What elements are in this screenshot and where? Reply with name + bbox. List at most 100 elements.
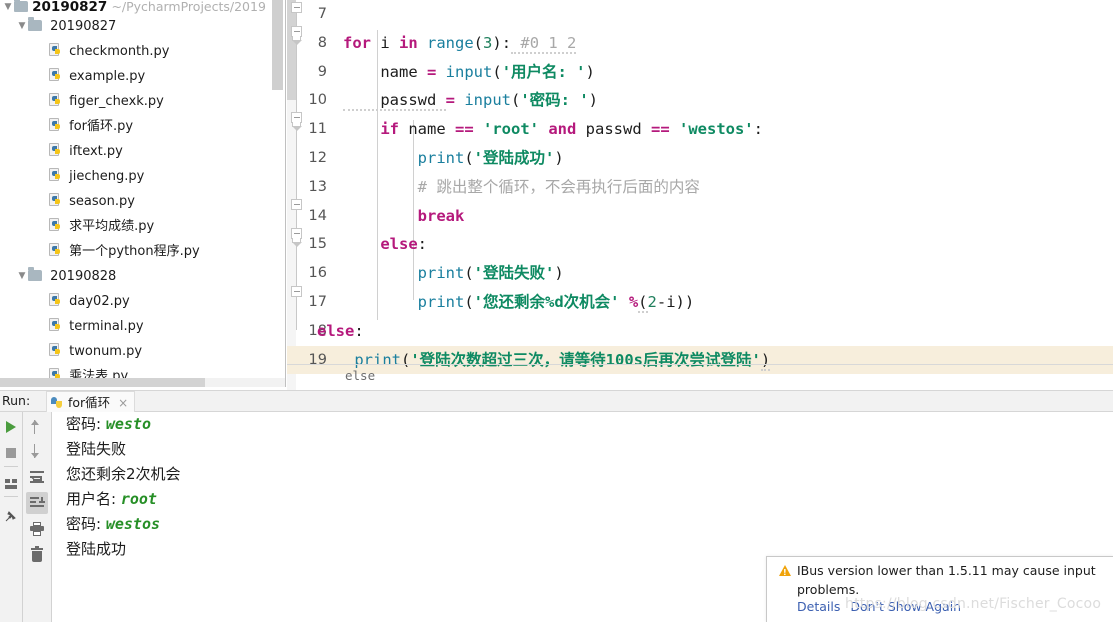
tree-file-season[interactable]: season.py [0,189,286,214]
stop-button[interactable] [0,442,22,464]
down-button[interactable] [26,440,48,462]
tree-folder-20190828[interactable]: ▼ 20190828 [0,264,286,289]
code-content[interactable]: else: [317,317,364,346]
chevron-down-icon[interactable]: ▼ [16,14,28,39]
tree-file-terminal[interactable]: terminal.py [0,314,286,339]
code-line-17[interactable]: 17 print('您还剩余%d次机会' %(2-i)) [287,288,1113,317]
code-line-10[interactable]: 10 passwd = input('密码: ') [287,86,1113,115]
tree-item-label: jiecheng.py [69,169,145,184]
soft-wrap-button[interactable] [26,466,48,488]
code-line-9[interactable]: 9 name = input('用户名: ') [287,58,1113,87]
console-line: 密码: westos [52,512,1113,537]
tree-file-for-loop[interactable]: for循环.py [0,114,286,139]
code-line-14[interactable]: 14 break [287,202,1113,231]
code-line-8[interactable]: 8 for i in range(3): #0 1 2 [287,29,1113,58]
python-file-icon [48,193,63,208]
code-line-7[interactable]: 7 [287,0,1113,29]
python-file-icon [48,318,63,333]
code-line-19[interactable]: 19 print('登陆次数超过三次，请等待100s后再次尝试登陆') [287,345,1113,375]
python-file-icon [48,168,63,183]
token-keyword: and [548,120,577,139]
token-punct: ( [473,33,484,52]
run-button[interactable] [0,416,22,438]
tree-item-label: 求平均成绩.py [69,219,155,234]
tree-file-example[interactable]: example.py [0,64,286,89]
layout-button[interactable] [0,472,22,494]
code-line-15[interactable]: 15 else: [287,230,1113,259]
run-toolbar-secondary [23,412,51,622]
tree-horizontal-scrollbar-thumb[interactable] [0,378,205,387]
token-function: range [417,33,474,52]
code-line-11[interactable]: 11 if name == 'root' and passwd == 'west… [287,115,1113,144]
tree-root-node[interactable]: ▼ 20190827 ~/PycharmProjects/2019 [0,0,286,14]
line-number: 12 [308,150,327,166]
details-link[interactable]: Details [797,599,840,614]
python-file-icon [48,68,63,83]
code-content[interactable]: # 跳出整个循环，不会再执行后面的内容 [343,173,700,202]
project-tree-panel[interactable]: ▼ 20190827 ~/PycharmProjects/2019 ▼ 2019… [0,0,286,390]
notification-balloon[interactable]: IBus version lower than 1.5.11 may cause… [766,556,1113,622]
tree-file-day02[interactable]: day02.py [0,289,286,314]
token-identifier: name [343,62,427,81]
tree-file-figer-chexk[interactable]: figer_chexk.py [0,89,286,114]
code-content[interactable]: else: [343,230,427,259]
line-number: 16 [308,265,327,282]
clear-all-button[interactable] [26,544,48,566]
run-tab-for-loop[interactable]: for循环 × [46,391,136,412]
print-button[interactable] [26,518,48,540]
toolbar-divider [4,496,18,497]
line-number: 15 [308,236,327,253]
token-punct: ) [492,33,502,52]
tree-file-iftext[interactable]: iftext.py [0,139,286,164]
token-keyword: in [399,33,418,52]
tree-item-label: figer_chexk.py [69,94,164,109]
code-content[interactable]: break [343,202,465,231]
tree-folder-20190827[interactable]: ▼ 20190827 [0,14,286,39]
token-punct: ) [585,62,595,81]
code-content[interactable]: passwd = input('密码: ') [343,86,598,115]
code-content[interactable]: print('您还剩余%d次机会' %(2-i)) [343,288,694,317]
editor-bottom-divider [287,364,1113,365]
code-line-12[interactable]: 12 print('登陆成功') [287,144,1113,173]
token-keyword: for [343,33,371,52]
console-prompt: 密码: [66,515,106,533]
tree-vertical-scrollbar-thumb[interactable] [272,0,283,90]
line-number: 14 [308,207,327,224]
chevron-down-icon[interactable]: ▼ [2,0,14,14]
close-icon[interactable]: × [118,396,128,410]
token-punct: ( [492,62,502,81]
tree-file-first-python-program[interactable]: 第一个python程序.py [0,239,286,264]
token-function: input [455,91,511,110]
trash-icon [31,546,43,562]
code-line-18[interactable]: 18 else: [287,317,1113,346]
tree-item-label: day02.py [69,294,130,309]
tree-root-path: ~/PycharmProjects/2019 [111,0,266,14]
code-content[interactable]: for i in range(3): #0 1 2 [343,29,577,58]
play-icon [6,421,16,433]
console-input-value: westo [105,415,151,433]
tree-file-checkmonth[interactable]: checkmonth.py [0,39,286,64]
code-line-16[interactable]: 16 print('登陆失败') [287,259,1113,288]
code-line-13[interactable]: 13 # 跳出整个循环，不会再执行后面的内容 [287,173,1113,202]
scroll-to-end-button[interactable] [26,492,48,514]
code-content[interactable]: name = input('用户名: ') [343,58,595,87]
pin-button[interactable] [0,502,22,524]
folder-icon [14,0,28,12]
tree-file-average-score[interactable]: 求平均成绩.py [0,214,286,239]
token-identifier: passwd [343,91,446,112]
line-number: 7 [317,6,327,22]
tree-file-jiecheng[interactable]: jiecheng.py [0,164,286,189]
up-button[interactable] [26,416,48,438]
chevron-down-icon[interactable]: ▼ [16,264,28,289]
code-content[interactable]: if name == 'root' and passwd == 'westos'… [343,115,763,144]
code-editor[interactable]: 7 8 for i in range(3): #0 1 2 9 name = i… [287,0,1113,390]
token-punct: ( [464,149,474,167]
tree-file-twonum[interactable]: twonum.py [0,339,286,364]
code-content[interactable]: print('登陆失败') [343,259,564,288]
code-content[interactable]: print('登陆成功') [343,144,564,173]
tree-item-label: for循环.py [69,119,134,134]
code-content[interactable]: print('登陆次数超过三次，请等待100s后再次尝试登陆') [317,346,771,375]
panel-divider[interactable] [285,0,286,390]
token-keyword: if [343,120,399,139]
token-string: 'westos' [669,120,754,139]
